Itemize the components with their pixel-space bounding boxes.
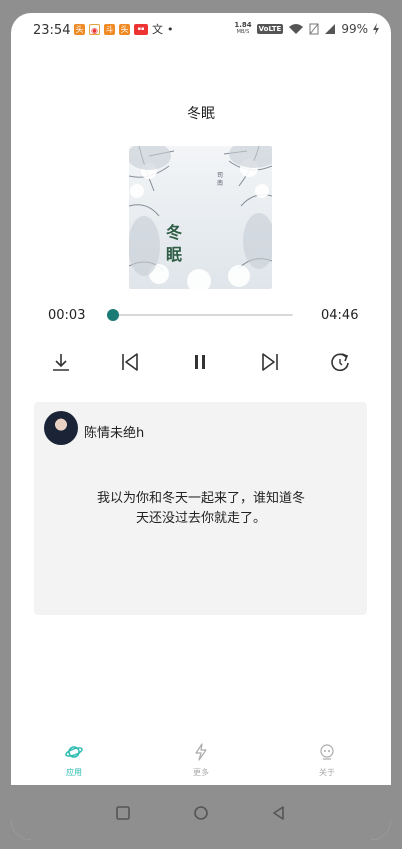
orange-app-icon: 头 (119, 24, 130, 35)
red-app-icon: ▪▪ (134, 24, 148, 35)
avatar[interactable] (44, 411, 78, 445)
tab-more[interactable]: 更多 (161, 743, 241, 787)
dot-icon: • (167, 23, 174, 36)
status-right: 1.84 MB/S VoLTE 99% (234, 22, 379, 36)
recents-button[interactable] (112, 802, 134, 824)
cover-artist: 司南 (217, 172, 224, 187)
pause-icon (195, 355, 205, 369)
sim-icon (309, 23, 319, 35)
repeat-button[interactable] (327, 349, 353, 375)
network-speed-unit: MB/S (236, 29, 250, 35)
charging-icon (373, 23, 379, 35)
volte-badge: VoLTE (256, 24, 284, 34)
status-bar: 23:54 头 ◉ 斗 头 ▪▪ 文 • 1.84 MB/S VoLTE 99% (11, 13, 391, 49)
robot-icon (320, 744, 334, 760)
orange-app-icon: 头 (74, 24, 85, 35)
next-icon (262, 353, 278, 371)
tab-apps[interactable]: 应用 (34, 743, 114, 787)
status-time: 23:54 (33, 23, 71, 38)
network-speed-value: 1.84 (234, 21, 252, 29)
snowy-trees-illustration (129, 146, 272, 289)
system-nav-bar (11, 785, 391, 840)
comment-username[interactable]: 陈情未绝h (84, 422, 144, 441)
back-triangle-icon (273, 806, 284, 820)
page-title: 冬眠 (187, 106, 215, 122)
previous-icon (122, 353, 138, 371)
cover-title: 冬眠 (166, 223, 183, 264)
comment-text: 我以为你和冬天一起来了，谁知道冬天还没过去你就走了。 (96, 491, 305, 526)
lightning-icon (195, 743, 207, 761)
planet-icon (65, 746, 83, 758)
signal-icon (325, 24, 336, 34)
circle-icon (194, 806, 208, 820)
battery-text: 99% (341, 22, 368, 36)
next-button[interactable] (257, 349, 283, 375)
tab-about[interactable]: 关于 (287, 743, 367, 787)
previous-button[interactable] (117, 349, 143, 375)
pause-button[interactable] (187, 349, 213, 375)
wifi-icon (289, 24, 304, 34)
notification-icons: 头 ◉ 斗 头 ▪▪ 文 • (74, 24, 174, 35)
notification-char: 文 (152, 23, 163, 36)
album-cover: 冬眠 司南 (129, 146, 272, 289)
tab-more-label: 更多 (193, 768, 209, 777)
tab-apps-label: 应用 (66, 768, 82, 777)
total-time: 04:46 (321, 308, 359, 323)
back-button[interactable] (268, 802, 290, 824)
progress-slider[interactable] (106, 309, 293, 321)
weibo-icon: ◉ (89, 24, 100, 35)
current-time: 00:03 (48, 308, 86, 323)
home-button[interactable] (190, 802, 212, 824)
bottom-tab-bar: 应用 更多 关于 (11, 743, 391, 787)
network-speed: 1.84 MB/S (234, 22, 251, 36)
repeat-icon (331, 353, 349, 372)
phone-screen: 23:54 头 ◉ 斗 头 ▪▪ 文 • 1.84 MB/S VoLTE 99%… (11, 13, 391, 840)
download-icon (53, 354, 69, 371)
orange-app-icon: 斗 (104, 24, 115, 35)
comment-card: 陈情未绝h 我以为你和冬天一起来了，谁知道冬天还没过去你就走了。 (34, 402, 367, 615)
tab-about-label: 关于 (319, 768, 335, 777)
download-button[interactable] (48, 349, 74, 375)
progress-thumb[interactable] (106, 309, 119, 321)
square-icon (116, 806, 130, 820)
